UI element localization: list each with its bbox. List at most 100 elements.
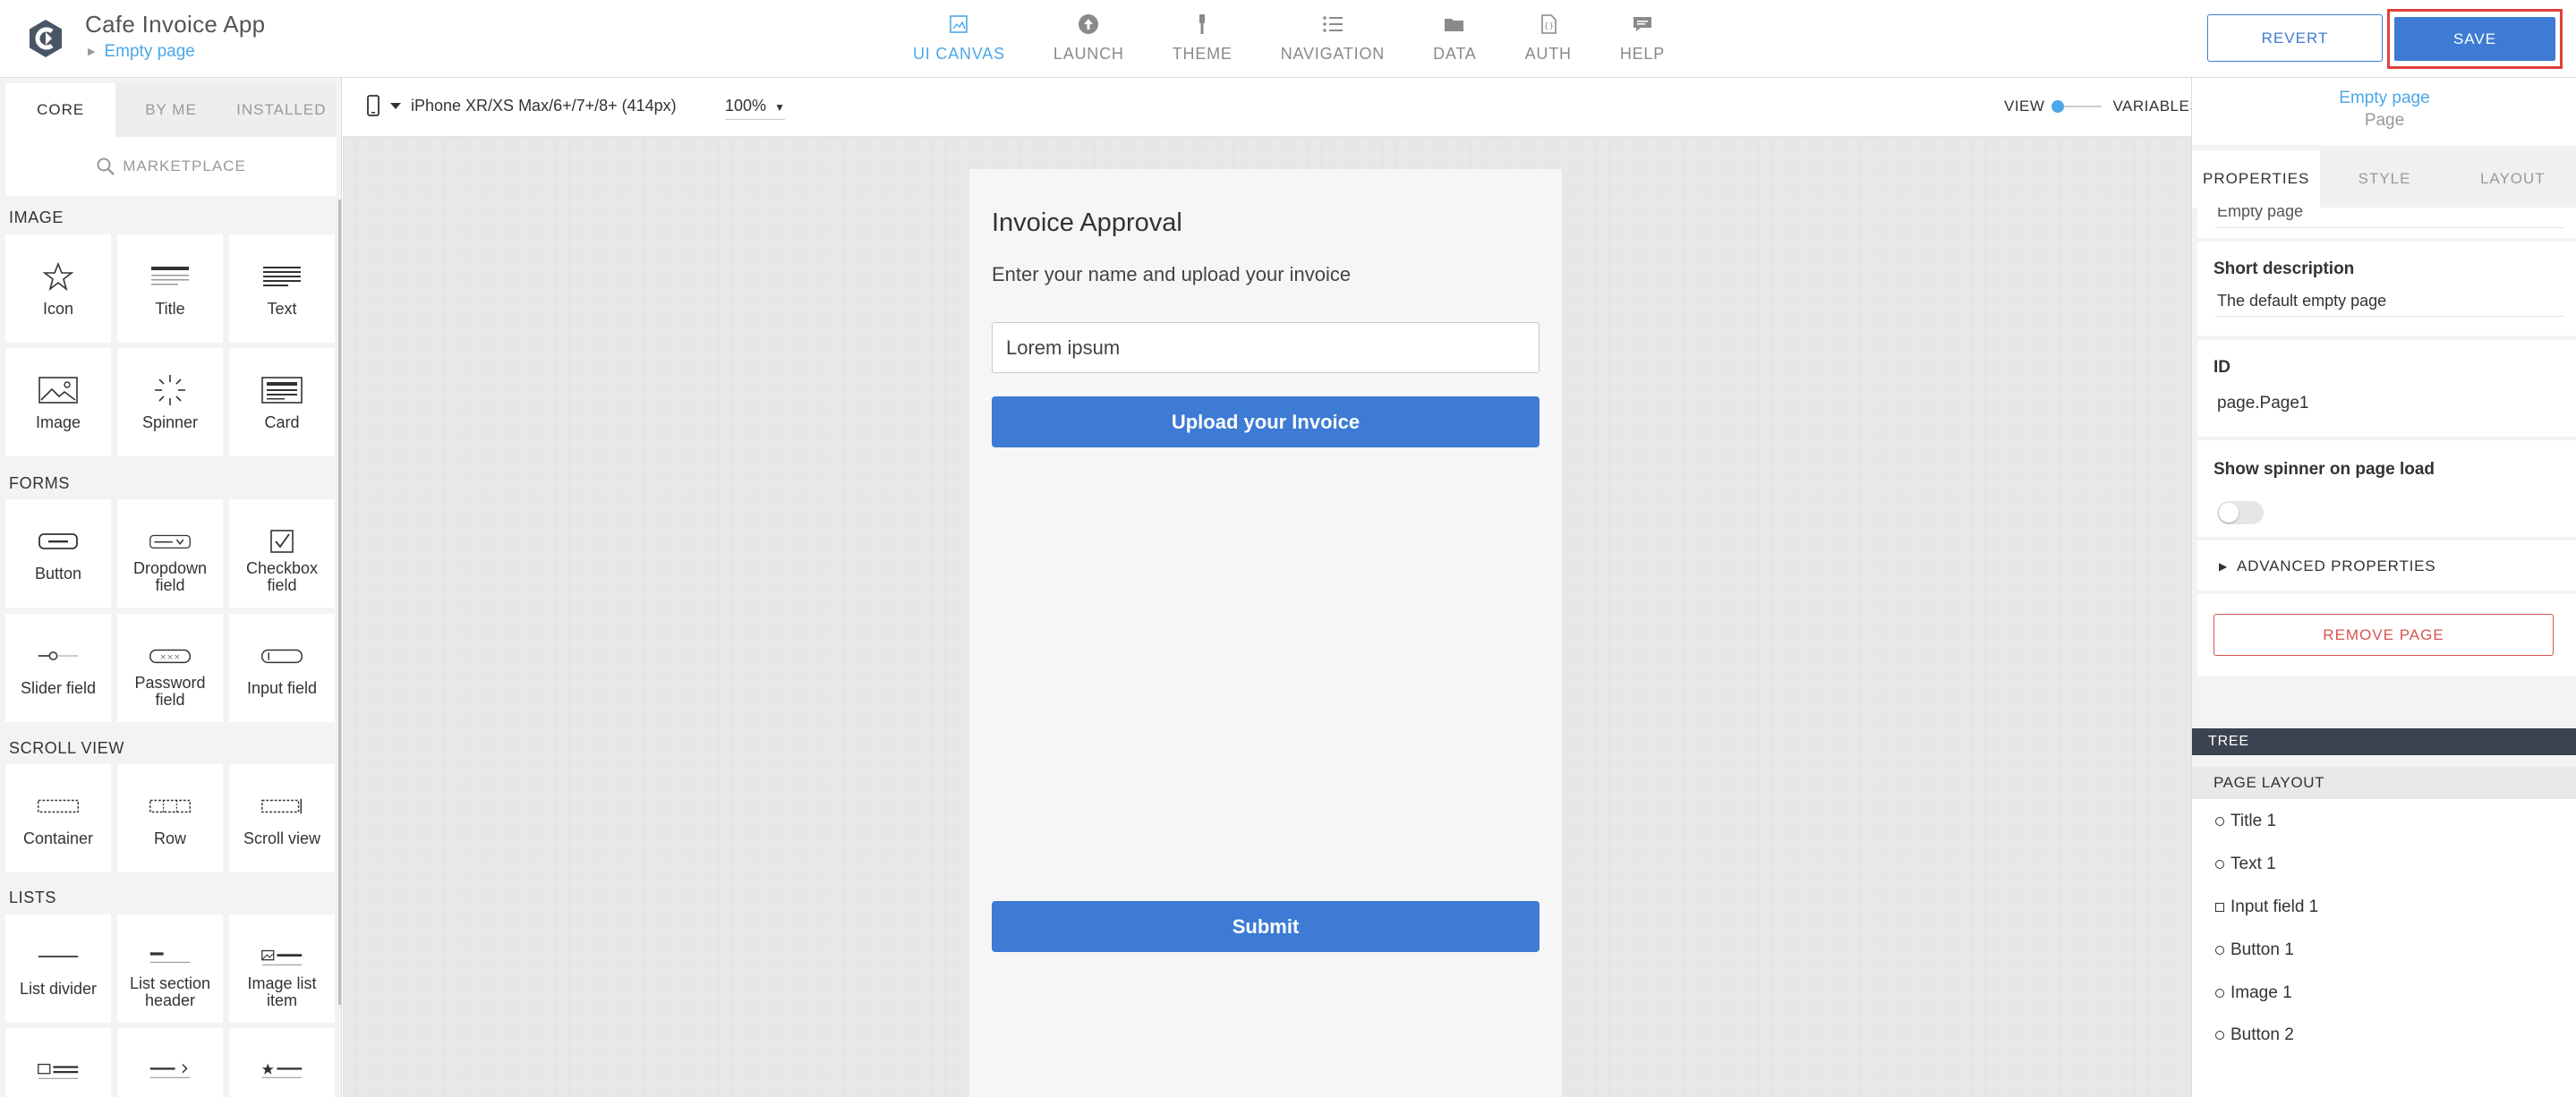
component-label: Title	[155, 300, 185, 318]
selected-page-name[interactable]: Empty page	[2192, 78, 2576, 108]
short-description-value[interactable]: The default empty page	[2217, 292, 2386, 310]
toggle-knob[interactable]	[2051, 100, 2065, 113]
tree-item-label: Button 1	[2231, 940, 2294, 959]
properties-scroll[interactable]: Empty page Short description The default…	[2192, 208, 2576, 736]
section-image: IMAGE	[9, 208, 64, 226]
nav-ui-canvas[interactable]: UI CANVAS	[913, 0, 1005, 78]
component-image-list-item[interactable]: Image list item	[229, 914, 335, 1023]
marketplace-button[interactable]: MARKETPLACE	[5, 137, 337, 196]
component-button[interactable]: Button	[5, 499, 111, 608]
component-checkbox-field[interactable]: Checkbox field	[229, 499, 335, 608]
library-scrollbar[interactable]	[338, 200, 341, 1005]
component-scroll-view[interactable]: Scroll view	[229, 764, 335, 872]
nav-label: THEME	[1172, 45, 1233, 63]
properties-panel: Empty page Page PROPERTIES STYLE LAYOUT …	[2191, 78, 2576, 1097]
tree-item-input-field-1[interactable]: Input field 1	[2215, 897, 2318, 917]
component-label: List section header	[129, 974, 211, 1009]
list-section-header-icon	[148, 941, 192, 972]
current-page-breadcrumb[interactable]: ▶ Empty page	[88, 42, 195, 62]
row-icon	[148, 791, 192, 821]
nav-theme[interactable]: THEME	[1173, 0, 1233, 78]
component-title[interactable]: Title	[117, 234, 223, 343]
component-image[interactable]: Image	[5, 348, 111, 456]
page-name-value[interactable]: Empty page	[2217, 208, 2303, 221]
component-label: Scroll view	[243, 829, 321, 847]
short-description-card: Short description The default empty page	[2197, 242, 2576, 336]
upload-invoice-button[interactable]: Upload your Invoice	[992, 396, 1540, 447]
tree-item-button-2[interactable]: Button 2	[2215, 1025, 2294, 1045]
tree-item-image-1[interactable]: Image 1	[2215, 983, 2292, 1003]
page-name-card: Empty page	[2197, 208, 2576, 238]
tree-header[interactable]: TREE	[2192, 728, 2576, 755]
component-container[interactable]: Container	[5, 764, 111, 872]
preview-text[interactable]: Enter your name and upload your invoice	[992, 263, 1351, 286]
nav-help[interactable]: HELP	[1620, 0, 1665, 78]
component-spinner[interactable]: Spinner	[117, 348, 223, 456]
nav-data[interactable]: DATA	[1433, 0, 1477, 78]
preview-input-field[interactable]	[992, 322, 1540, 373]
nav-navigation[interactable]: NAVIGATION	[1281, 0, 1385, 78]
nav-label: DATA	[1433, 45, 1477, 63]
section-forms: FORMS	[9, 474, 70, 492]
tree-item-text-1[interactable]: Text 1	[2215, 855, 2276, 874]
save-button[interactable]: SAVE	[2394, 17, 2555, 61]
property-tabs: PROPERTIES STYLE LAYOUT	[2192, 145, 2576, 208]
remove-page-button[interactable]: REMOVE PAGE	[2213, 614, 2554, 656]
page-layout-header[interactable]: PAGE LAYOUT	[2192, 767, 2576, 799]
tree-item-label: Title 1	[2231, 812, 2277, 830]
tab-layout[interactable]: LAYOUT	[2448, 145, 2576, 208]
component-card[interactable]: Card	[229, 348, 335, 456]
submit-button[interactable]: Submit	[992, 901, 1540, 952]
slider-icon	[36, 641, 81, 671]
tree-item-title-1[interactable]: Title 1	[2215, 812, 2276, 831]
password-icon: ×××	[148, 641, 192, 671]
tree-item-label: Text 1	[2231, 855, 2276, 873]
spinner-toggle[interactable]	[2217, 501, 2264, 524]
tab-by-me[interactable]: BY ME	[115, 83, 226, 137]
component-list-section-header[interactable]: List section header	[117, 914, 223, 1023]
tab-properties[interactable]: PROPERTIES	[2192, 145, 2321, 208]
component-password-field[interactable]: ××× Password field	[117, 614, 223, 722]
main-nav: UI CANVAS LAUNCH THEME NAVIGATION DATA {…	[913, 0, 1713, 78]
component-list-arrow[interactable]	[117, 1028, 223, 1097]
component-label: Password field	[134, 674, 206, 709]
component-slider-field[interactable]: Slider field	[5, 614, 111, 722]
component-input-field[interactable]: Input field	[229, 614, 335, 722]
component-text[interactable]: Text	[229, 234, 335, 343]
component-label: Spinner	[141, 413, 199, 431]
device-selector[interactable]: iPhone XR/XS Max/6+/7+/8+ (414px)	[366, 94, 677, 117]
preview-title[interactable]: Invoice Approval	[992, 208, 1182, 238]
toggle-knob[interactable]	[2219, 503, 2239, 523]
component-image-list-row[interactable]	[5, 1028, 111, 1097]
component-label: List divider	[19, 980, 98, 998]
ui-canvas: Invoice Approval Enter your name and upl…	[343, 137, 2191, 1097]
device-name: iPhone XR/XS Max/6+/7+/8+ (414px)	[411, 96, 677, 115]
component-icon[interactable]: Icon	[5, 234, 111, 343]
title-icon	[148, 261, 192, 292]
toggle-track[interactable]	[2051, 100, 2103, 113]
id-label: ID	[2213, 358, 2231, 377]
tab-style[interactable]: STYLE	[2320, 145, 2449, 208]
component-label: Row	[153, 829, 186, 847]
view-label: VIEW	[2004, 98, 2045, 115]
nav-auth[interactable]: {} AUTH	[1525, 0, 1572, 78]
component-list-divider[interactable]: List divider	[5, 914, 111, 1023]
tab-core[interactable]: CORE	[5, 83, 116, 137]
view-variables-toggle[interactable]: VIEW VARIABLES	[2004, 98, 2200, 115]
library-tabs: CORE BY ME INSTALLED	[5, 83, 337, 137]
advanced-properties-toggle[interactable]: ▶ ADVANCED PROPERTIES	[2219, 557, 2435, 575]
component-list-star[interactable]	[229, 1028, 335, 1097]
tab-installed[interactable]: INSTALLED	[226, 83, 337, 137]
tree-panel: PAGE LAYOUT Title 1 Text 1 Input field 1…	[2192, 767, 2576, 1097]
nav-launch[interactable]: LAUNCH	[1053, 0, 1124, 78]
component-row[interactable]: Row	[117, 764, 223, 872]
section-scroll-view: SCROLL VIEW	[9, 739, 124, 757]
app-logo-icon	[25, 18, 66, 59]
tree-item-button-1[interactable]: Button 1	[2215, 940, 2294, 960]
current-page-label: Empty page	[104, 42, 195, 61]
scroll-view-icon	[260, 791, 304, 821]
svg-text:{}: {}	[1543, 22, 1553, 31]
zoom-selector[interactable]: 100% ▼	[725, 97, 785, 120]
revert-button[interactable]: REVERT	[2207, 14, 2383, 62]
component-dropdown-field[interactable]: Dropdown field	[117, 499, 223, 608]
